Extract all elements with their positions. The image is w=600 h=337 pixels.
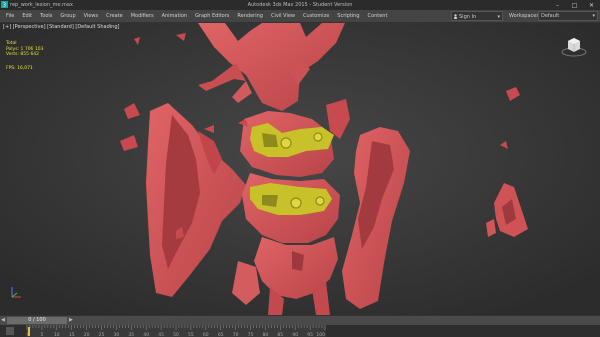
polys-value: 1 706 103 — [20, 46, 44, 52]
perspective-viewport[interactable]: [+] [Perspective] [Standard] [Default Sh… — [0, 23, 600, 315]
timeline-tick-label: 65 — [218, 332, 224, 337]
menu-item-edit[interactable]: Edit — [18, 10, 36, 22]
fps-stat: FPS: 16,071 — [6, 66, 33, 71]
title-bar: 3 rep_work_lesion_me.max Autodesk 3ds Ma… — [0, 0, 600, 10]
viewport-label[interactable]: [+] [Perspective] [Standard] [Default Sh… — [3, 24, 119, 30]
timeline-tick-label: 20 — [84, 332, 90, 337]
mini-curve-editor-icon[interactable] — [6, 327, 14, 335]
timeline-tick-label: 15 — [69, 332, 75, 337]
menu-item-customize[interactable]: Customize — [299, 10, 333, 22]
next-frame-icon[interactable]: ▶ — [69, 316, 73, 325]
timeline-tick-label: 80 — [263, 332, 269, 337]
mesh-render — [0, 23, 600, 315]
menu-bar: File Edit Tools Group Views Create Modifiers An… — [0, 10, 600, 23]
menu-item-views[interactable]: Views — [80, 10, 102, 22]
menu-item-group[interactable]: Group — [56, 10, 79, 22]
timeline-tick-label: 25 — [99, 332, 105, 337]
workspace-value: Default — [541, 13, 560, 19]
user-icon — [453, 14, 458, 19]
menu-item-graph-editors[interactable]: Graph Editors — [191, 10, 233, 22]
menu-item-scripting[interactable]: Scripting — [333, 10, 363, 22]
time-slider[interactable]: 0 / 100 — [7, 317, 67, 324]
timeline-tick-label: 30 — [114, 332, 120, 337]
timeline-tick-label: 5 — [40, 332, 43, 337]
timeline-tick-label: 40 — [143, 332, 149, 337]
track-bar[interactable]: 0510152025303540455055606570758085909510… — [0, 325, 600, 337]
axis-tripod-icon — [11, 287, 21, 298]
menu-item-animation[interactable]: Animation — [158, 10, 192, 22]
menu-items: File Edit Tools Group Views Create Modifiers An… — [2, 10, 391, 22]
timeline-tick-label: 70 — [233, 332, 239, 337]
chevron-down-icon: ▾ — [497, 14, 500, 20]
close-button[interactable]: ✕ — [583, 0, 600, 10]
workspace-select[interactable]: Default ▾ — [538, 11, 598, 21]
minimize-button[interactable]: – — [549, 0, 566, 10]
timeline-tick-label: 100 — [316, 332, 325, 337]
viewcube-icon[interactable] — [560, 35, 588, 57]
sign-in-label: Sign In — [459, 14, 477, 20]
previous-frame-icon[interactable]: ◀ — [1, 316, 5, 325]
timeline-tick-label: 45 — [158, 332, 164, 337]
menu-item-rendering[interactable]: Rendering — [233, 10, 267, 22]
timeline-tick-label: 85 — [277, 332, 283, 337]
chevron-down-icon: ▾ — [592, 13, 595, 19]
menu-item-civil-view[interactable]: Civil View — [267, 10, 299, 22]
timeline-tick-label: 50 — [173, 332, 179, 337]
timeline-tick-label: 95 — [307, 332, 313, 337]
timeline-ruler[interactable]: 0510152025303540455055606570758085909510… — [26, 325, 326, 337]
timeline-tick-label: 55 — [188, 332, 194, 337]
window-title: Autodesk 3ds Max 2015 - Student Version — [247, 2, 353, 8]
menu-item-file[interactable]: File — [2, 10, 18, 22]
menu-item-modifiers[interactable]: Modifiers — [127, 10, 158, 22]
maximize-button[interactable]: □ — [566, 0, 583, 10]
menu-item-content[interactable]: Content — [364, 10, 392, 22]
menu-item-create[interactable]: Create — [102, 10, 127, 22]
verts-value: 855 642 — [20, 52, 40, 57]
timeline-tick-label: 35 — [128, 332, 134, 337]
window-controls: – □ ✕ — [549, 0, 600, 10]
timeline-tick-label: 10 — [54, 332, 60, 337]
timeline-tick-label: 60 — [203, 332, 209, 337]
menu-item-tools[interactable]: Tools — [36, 10, 56, 22]
timeline-tick-label: 90 — [292, 332, 298, 337]
statistics-overlay: Total Polys: 1 706 103 Verts: 855 642 — [6, 41, 43, 58]
timeline-tick-label: 75 — [248, 332, 254, 337]
current-frame-marker — [28, 327, 30, 336]
verts-stat: Verts: 855 642 — [6, 52, 40, 57]
workspaces-label: Workspaces: — [509, 13, 541, 19]
time-slider-bar: ◀ 0 / 100 ▶ — [0, 315, 600, 325]
sign-in-dropdown[interactable]: Sign In ▾ — [451, 11, 503, 21]
fps-value: 16,071 — [17, 66, 33, 71]
